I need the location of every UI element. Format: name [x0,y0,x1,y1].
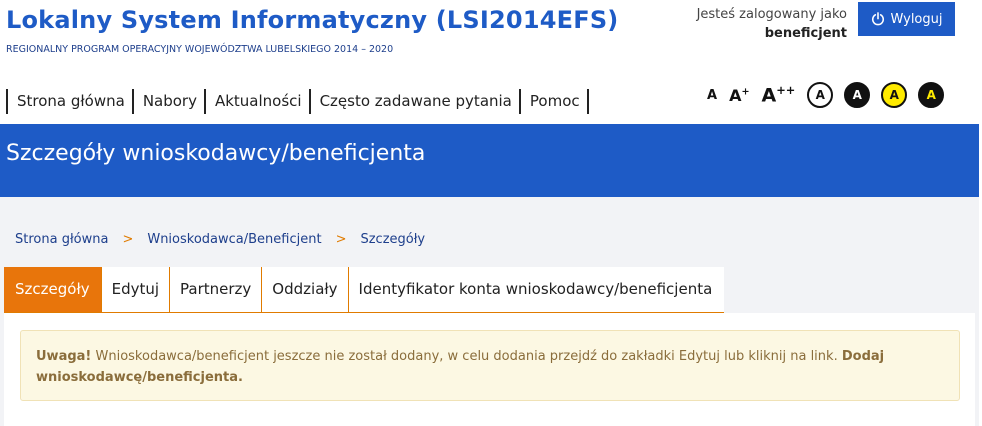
breadcrumb-separator: > [122,232,134,247]
nav-item-home[interactable]: Strona główna [8,89,134,114]
tab-branches[interactable]: Oddziały [262,267,349,312]
breadcrumb-separator: > [335,232,347,247]
font-size-large-button[interactable]: A+ [729,86,749,105]
app-subtitle: REGIONALNY PROGRAM OPERACYJNY WOJEWÓDZTW… [6,44,394,55]
nav-item-nabory[interactable]: Nabory [134,89,206,114]
warning-alert: Uwaga! Wnioskodawca/beneficjent jeszcze … [20,330,960,401]
breadcrumb-home[interactable]: Strona główna [15,232,108,247]
tab-panel: Uwaga! Wnioskodawca/beneficjent jeszcze … [4,313,975,426]
font-size-normal-button[interactable]: A [707,88,717,103]
page-title: Szczegóły wnioskodawcy/beneficjenta [6,141,426,166]
contrast-yellow-black-button[interactable]: A [881,82,908,108]
login-user: beneficjent [764,26,847,41]
alert-text: Wnioskodawca/beneficjent jeszcze nie zos… [91,349,842,364]
main-content: Strona główna > Wnioskodawca/Beneficjent… [0,197,979,426]
accessibility-controls: A A+ A++ A A A A [707,82,955,108]
logout-label: Wyloguj [890,11,943,27]
power-icon [871,12,884,26]
contrast-black-white-button[interactable]: A [844,82,871,108]
page-banner: Szczegóły wnioskodawcy/beneficjenta [0,124,979,197]
header: Lokalny System Informatyczny (LSI2014EFS… [0,0,982,124]
contrast-default-button[interactable]: A [807,82,834,108]
tab-bar: Szczegóły Edytuj Partnerzy Oddziały Iden… [4,267,725,313]
login-info: Jesteś zalogowany jako beneficjent [697,5,847,43]
alert-strong: Uwaga! [36,349,92,364]
tab-partners[interactable]: Partnerzy [170,267,263,312]
breadcrumb-details[interactable]: Szczegóły [360,232,425,247]
tab-edit[interactable]: Edytuj [101,267,171,312]
tab-account-identifier[interactable]: Identyfikator konta wnioskodawcy/benefic… [348,267,725,312]
tab-details[interactable]: Szczegóły [4,267,102,312]
app-title: Lokalny System Informatyczny (LSI2014EFS… [6,6,619,34]
nav-item-help[interactable]: Pomoc [521,89,589,114]
breadcrumb-applicant[interactable]: Wnioskodawca/Beneficjent [147,232,321,247]
contrast-black-yellow-button[interactable]: A [918,82,945,108]
login-label: Jesteś zalogowany jako [696,7,847,22]
main-nav: Strona główna Nabory Aktualności Często … [6,89,589,114]
nav-item-faq[interactable]: Często zadawane pytania [311,89,521,114]
logout-button[interactable]: Wyloguj [858,2,955,36]
nav-item-news[interactable]: Aktualności [206,89,311,114]
breadcrumb: Strona główna > Wnioskodawca/Beneficjent… [15,232,425,247]
font-size-xlarge-button[interactable]: A++ [762,83,796,106]
